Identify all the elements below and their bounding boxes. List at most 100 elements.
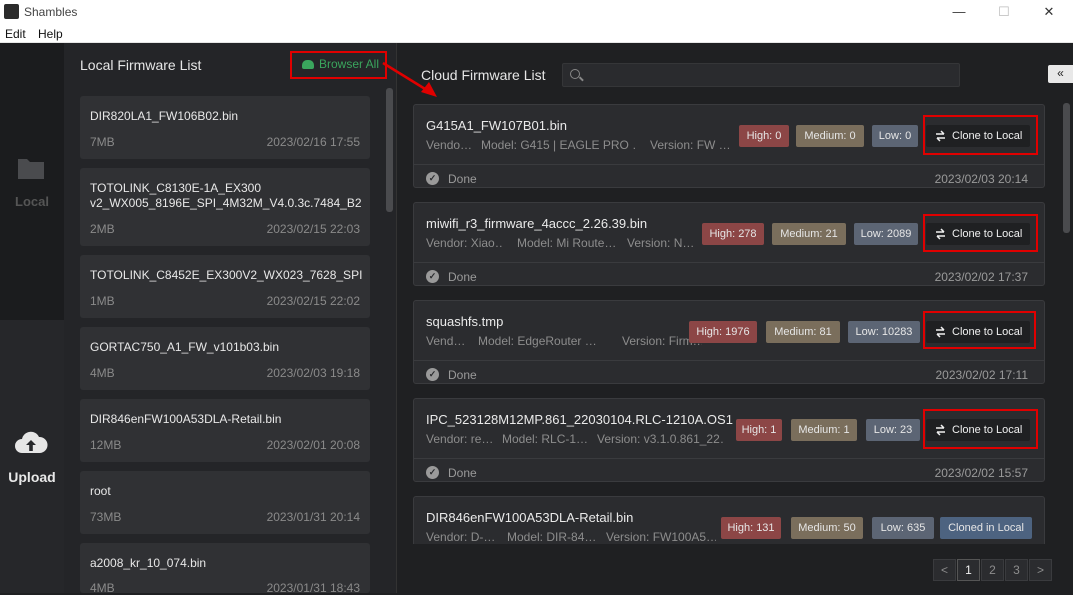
annotation-arrow: [382, 61, 437, 97]
cloud-file-name: miwifi_r3_firmware_4accc_2.26.39.bin: [426, 216, 648, 231]
local-file-name: DIR846enFW100A53DLA-Retail.bin: [90, 412, 282, 426]
cloud-file-vendor: Vendo…: [426, 138, 473, 152]
cloud-file-model: Model: RLC-1…: [502, 432, 589, 446]
minimize-button[interactable]: —: [939, 2, 979, 22]
low-severity-badge: Low: 10283: [848, 321, 920, 343]
high-severity-badge: High: 0: [739, 125, 789, 147]
cloud-file-model: Model: Mi Route…: [517, 236, 615, 250]
cloud-file-name: DIR846enFW100A53DLA-Retail.bin: [426, 510, 634, 525]
cloud-file-vendor: Vendor: re…: [426, 432, 494, 446]
folder-icon: [18, 159, 44, 179]
status-done: Done: [448, 270, 477, 284]
local-firmware-heading: Local Firmware List: [80, 57, 202, 73]
local-list-scrollbar[interactable]: [386, 88, 393, 212]
medium-severity-badge: Medium: 0: [796, 125, 864, 147]
cloud-file-model: Model: EdgeRouter …: [478, 334, 597, 348]
title-bar: Shambles — ☐ ✕: [0, 0, 1073, 24]
cloud-file-model: Model: DIR-84…: [507, 530, 595, 544]
local-file-card[interactable]: GORTAC750_A1_FW_v101b03.bin 4MB 2023/02/…: [80, 327, 370, 390]
local-firmware-panel: Local Firmware List Browser All DIR820LA…: [64, 43, 397, 595]
high-severity-badge: High: 131: [721, 517, 781, 539]
cloud-list-scrollbar[interactable]: [1063, 103, 1070, 233]
local-file-card[interactable]: root 73MB 2023/01/31 20:14: [80, 471, 370, 534]
local-file-size: 12MB: [90, 438, 122, 452]
local-file-date: 2023/01/31 20:14: [266, 510, 360, 524]
nav-upload-label: Upload: [8, 469, 56, 485]
local-file-size: 2MB: [90, 222, 115, 236]
status-done: Done: [448, 172, 477, 186]
local-file-size: 7MB: [90, 135, 115, 149]
cloud-file-version: Version: FW …: [650, 138, 730, 152]
card-divider: [414, 164, 1044, 165]
cloud-file-name: squashfs.tmp: [426, 314, 504, 329]
high-severity-badge: High: 1: [736, 419, 782, 441]
local-file-size: 4MB: [90, 366, 115, 380]
cloud-file-version: Version: N…: [627, 236, 695, 250]
local-file-name: DIR820LA1_FW106B02.bin: [90, 109, 239, 123]
menu-bar: Edit Help: [0, 24, 1073, 43]
window-title: Shambles: [24, 5, 78, 19]
local-file-card[interactable]: TOTOLINK_C8452E_EX300V2_WX023_7628_SPI… …: [80, 255, 370, 318]
menu-help[interactable]: Help: [38, 27, 63, 41]
cloud-file-date: 2023/02/02 17:11: [935, 368, 1028, 382]
maximize-button[interactable]: ☐: [984, 2, 1024, 22]
medium-severity-badge: Medium: 50: [791, 517, 863, 539]
nav-local[interactable]: Local: [0, 43, 64, 320]
search-box: [562, 63, 960, 87]
cloud-file-date: 2023/02/03 20:14: [934, 172, 1028, 186]
cloud-file-vendor: Vend…: [426, 334, 466, 348]
check-circle-icon: ✓: [426, 466, 439, 479]
cloud-file-version: Version: FW100A5…: [606, 530, 716, 544]
status-done: Done: [448, 466, 477, 480]
high-severity-badge: High: 1976: [689, 321, 757, 343]
cloud-file-version: Version: v3.1.0.861_22…: [597, 432, 725, 446]
side-nav: Local Upload: [0, 43, 64, 593]
cloud-file-vendor: Vendor: Xiao…: [426, 236, 502, 250]
high-severity-badge: High: 278: [702, 223, 764, 245]
local-file-date: 2023/02/03 19:18: [266, 366, 360, 380]
local-file-name: a2008_kr_10_074.bin: [90, 556, 207, 570]
next-page-button[interactable]: >: [1029, 559, 1052, 581]
collapse-panel-button[interactable]: «: [1048, 65, 1073, 83]
local-file-size: 73MB: [90, 510, 122, 524]
page-3-button[interactable]: 3: [1005, 559, 1028, 581]
low-severity-badge: Low: 2089: [854, 223, 918, 245]
card-divider: [414, 262, 1044, 263]
search-input[interactable]: [587, 66, 947, 84]
cloud-file-name: G415A1_FW107B01.bin: [426, 118, 567, 133]
local-file-date: 2023/02/15 22:02: [266, 294, 360, 308]
local-file-card[interactable]: TOTOLINK_C8130E-1A_EX300 v2_WX005_8196E_…: [80, 168, 370, 246]
check-circle-icon: ✓: [426, 368, 439, 381]
close-button[interactable]: ✕: [1029, 2, 1069, 22]
annotation-box: [290, 51, 387, 79]
nav-local-label: Local: [15, 194, 49, 209]
prev-page-button[interactable]: <: [933, 559, 956, 581]
cloud-file-model: Model: G415 | EAGLE PRO …: [481, 138, 636, 152]
local-file-card[interactable]: DIR820LA1_FW106B02.bin 7MB 2023/02/16 17…: [80, 96, 370, 159]
medium-severity-badge: Medium: 81: [766, 321, 840, 343]
local-file-name: root: [90, 484, 111, 498]
low-severity-badge: Low: 0: [872, 125, 918, 147]
local-file-card[interactable]: a2008_kr_10_074.bin 4MB 2023/01/31 18:43: [80, 543, 370, 595]
annotation-box: [923, 311, 1036, 349]
cloud-list-clip: DIR846enFW100A53DLA-Retail.bin Vendor: D…: [397, 495, 1057, 544]
low-severity-badge: Low: 635: [872, 517, 934, 539]
medium-severity-badge: Medium: 1: [791, 419, 857, 441]
low-severity-badge: Low: 23: [866, 419, 920, 441]
card-divider: [414, 360, 1044, 361]
page-1-button[interactable]: 1: [957, 559, 980, 581]
cloud-file-date: 2023/02/02 17:37: [934, 270, 1028, 284]
local-file-date: 2023/02/15 22:03: [266, 222, 360, 236]
check-circle-icon: ✓: [426, 172, 439, 185]
status-done: Done: [448, 368, 477, 382]
cloud-file-date: 2023/02/02 15:57: [934, 466, 1028, 480]
local-file-card[interactable]: DIR846enFW100A53DLA-Retail.bin 12MB 2023…: [80, 399, 370, 462]
local-file-date: 2023/02/01 20:08: [266, 438, 360, 452]
page-2-button[interactable]: 2: [981, 559, 1004, 581]
cloud-firmware-card[interactable]: DIR846enFW100A53DLA-Retail.bin Vendor: D…: [413, 496, 1045, 544]
local-file-name: TOTOLINK_C8130E-1A_EX300 v2_WX005_8196E_…: [90, 181, 362, 210]
local-file-name: GORTAC750_A1_FW_v101b03.bin: [90, 340, 279, 354]
medium-severity-badge: Medium: 21: [772, 223, 846, 245]
menu-edit[interactable]: Edit: [5, 27, 26, 41]
annotation-box: [923, 115, 1038, 155]
